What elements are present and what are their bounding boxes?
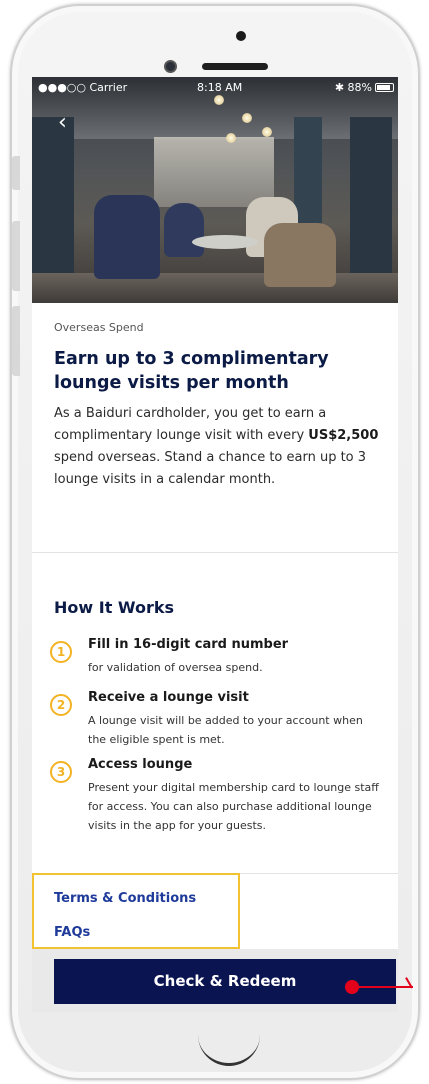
spend-amount: US$2,500 — [308, 428, 379, 443]
offer-category: Overseas Spend — [54, 321, 144, 334]
offer-title: Earn up to 3 complimentary lounge visits… — [54, 349, 329, 393]
annotation-line — [357, 986, 413, 988]
front-camera — [164, 60, 177, 73]
chevron-left-icon[interactable]: ‹ — [58, 111, 82, 135]
status-time: 8:18 AM — [197, 81, 243, 94]
step-number-badge: 2 — [50, 694, 72, 716]
how-it-works-title: How It Works — [54, 598, 175, 617]
status-bar: ●●●○○ Carrier 8:18 AM ✱ 88% — [32, 77, 398, 97]
step-description: Present your digital membership card to … — [88, 781, 379, 832]
step-description: for validation of oversea spend. — [88, 661, 263, 674]
battery-icon — [375, 83, 394, 92]
step-title: Access lounge — [88, 757, 193, 772]
home-button[interactable] — [198, 1028, 260, 1066]
offer-description: As a Baiduri cardholder, you get to earn… — [54, 406, 379, 487]
faqs-link[interactable]: FAQs — [54, 925, 90, 940]
step-number-badge: 1 — [50, 641, 72, 663]
volume-down-button — [12, 306, 20, 376]
volume-up-button — [12, 221, 20, 291]
section-divider — [32, 552, 398, 553]
bluetooth-icon: ✱ — [334, 81, 348, 94]
mute-switch — [12, 156, 20, 190]
check-redeem-button[interactable]: Check & Redeem — [54, 959, 396, 1004]
proximity-sensor — [236, 31, 246, 41]
step-title: Receive a lounge visit — [88, 690, 249, 705]
terms-conditions-link[interactable]: Terms & Conditions — [54, 891, 196, 906]
battery-percent: ✱ 88% — [334, 81, 372, 94]
step-description: A lounge visit will be added to your acc… — [88, 714, 363, 746]
step-number-badge: 3 — [50, 761, 72, 783]
app-screen: ●●●○○ Carrier 8:18 AM ✱ 88% ‹ Overseas S… — [32, 77, 398, 1012]
lounge-hero-image: ●●●○○ Carrier 8:18 AM ✱ 88% ‹ — [32, 77, 398, 303]
carrier-label: ●●●○○ Carrier — [38, 81, 128, 94]
step-title: Fill in 16-digit card number — [88, 637, 289, 652]
footer-bar: Check & Redeem — [32, 949, 398, 1012]
earpiece-speaker — [202, 63, 268, 70]
